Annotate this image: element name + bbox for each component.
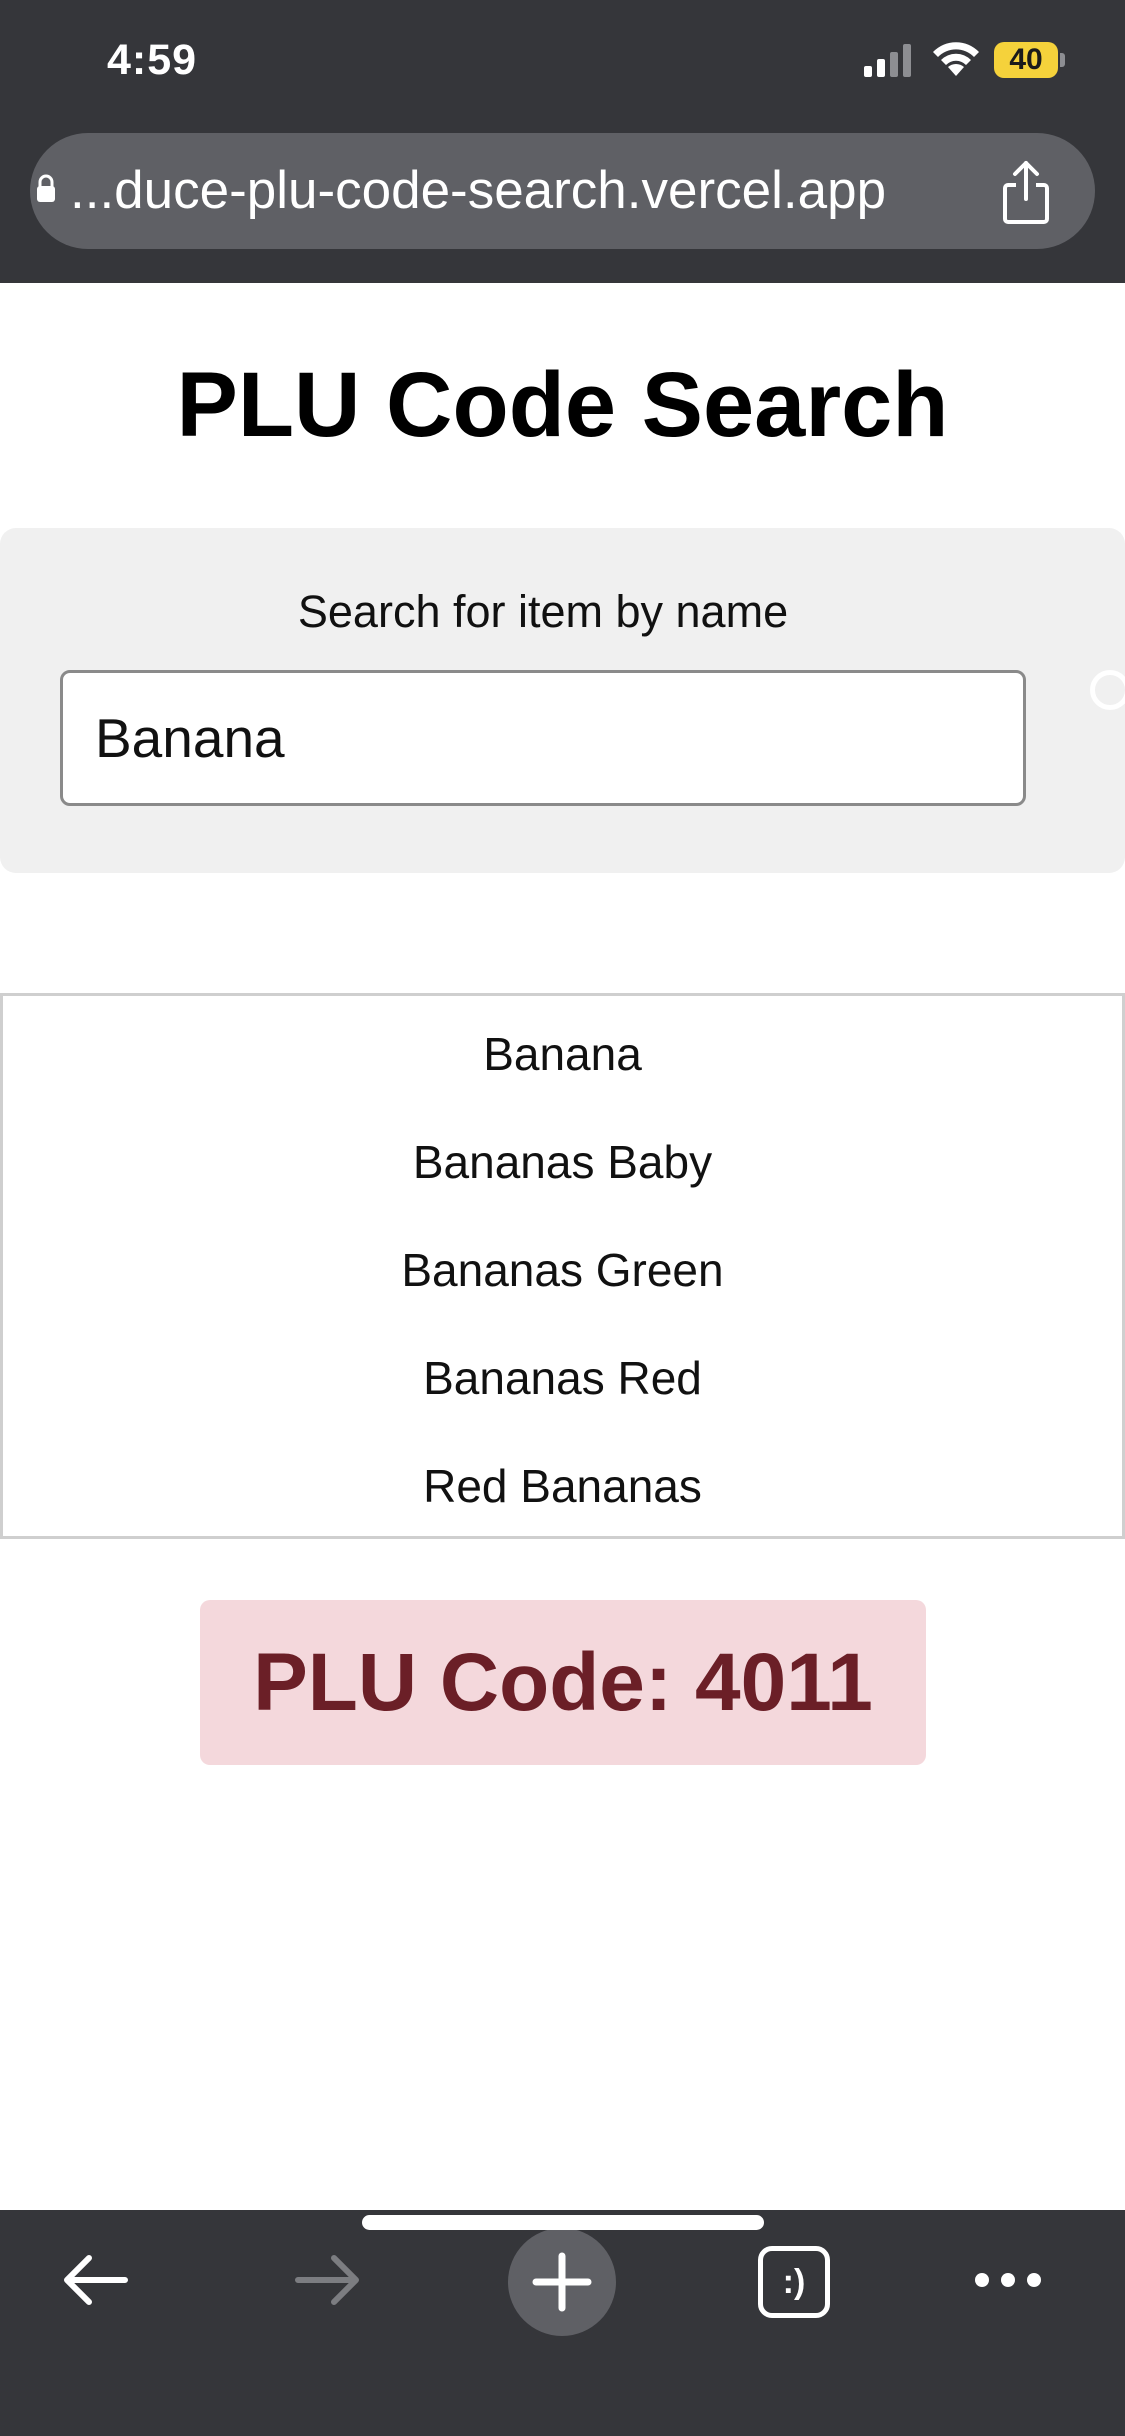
list-item[interactable]: Red Bananas xyxy=(3,1436,1122,1536)
lock-icon xyxy=(37,174,55,202)
list-item[interactable]: Banana xyxy=(3,1004,1122,1104)
more-icon xyxy=(975,2273,1041,2287)
status-time: 4:59 xyxy=(107,36,198,84)
back-arrow-icon xyxy=(64,2255,128,2305)
results-list: Banana Bananas Baby Bananas Green Banana… xyxy=(0,993,1125,1539)
list-item[interactable]: Bananas Green xyxy=(3,1220,1122,1320)
more-button[interactable] xyxy=(948,2210,1068,2350)
browser-top-chrome: 4:59 40 ...duce-plu-code-search.vercel.a… xyxy=(0,0,1125,283)
search-panel: Search for item by name xyxy=(0,528,1125,873)
list-item[interactable]: Bananas Red xyxy=(3,1328,1122,1428)
home-indicator xyxy=(362,2215,764,2230)
forward-arrow-icon xyxy=(295,2255,359,2305)
search-input[interactable] xyxy=(60,670,1026,806)
new-tab-button[interactable] xyxy=(508,2228,616,2336)
list-item[interactable]: Bananas Baby xyxy=(3,1112,1122,1212)
battery-indicator: 40 xyxy=(994,42,1066,78)
tabs-button[interactable]: :) xyxy=(758,2246,830,2318)
signal-icon xyxy=(864,44,911,77)
battery-cap xyxy=(1060,53,1065,67)
back-button[interactable] xyxy=(35,2210,155,2350)
address-bar[interactable]: ...duce-plu-code-search.vercel.app xyxy=(30,133,1095,249)
wifi-icon xyxy=(933,42,979,76)
plu-result-box: PLU Code: 4011 xyxy=(200,1600,926,1765)
page-title: PLU Code Search xyxy=(176,354,949,456)
loading-spinner-icon xyxy=(1090,670,1125,710)
app-frame: 4:59 40 ...duce-plu-code-search.vercel.a… xyxy=(0,0,1125,2436)
share-icon[interactable] xyxy=(996,157,1056,227)
search-label: Search for item by name xyxy=(297,586,789,637)
battery-level: 40 xyxy=(1009,43,1043,76)
plu-code-text: PLU Code: 4011 xyxy=(253,1637,873,1728)
browser-bottom-toolbar: :) xyxy=(0,2210,1125,2436)
plus-icon xyxy=(532,2252,592,2312)
url-text[interactable]: ...duce-plu-code-search.vercel.app xyxy=(70,133,886,249)
tabs-icon: :) xyxy=(782,2263,806,2301)
forward-button[interactable] xyxy=(268,2210,388,2350)
